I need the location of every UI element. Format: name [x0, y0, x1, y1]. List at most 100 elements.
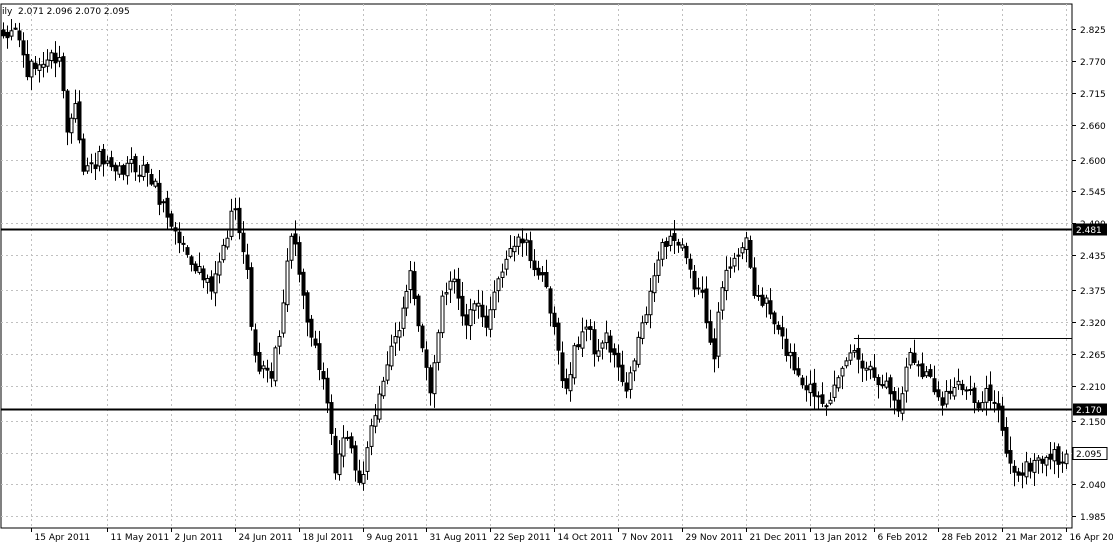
candle-bear — [134, 157, 137, 172]
candle-bear — [1049, 454, 1052, 459]
candle-bull — [501, 272, 504, 277]
candle-bear — [877, 378, 880, 385]
candle-bear — [557, 323, 560, 350]
candle-bull — [378, 394, 381, 419]
candle-bull — [230, 211, 233, 236]
x-tick-label: 13 Jan 2012 — [814, 533, 868, 543]
candle-bull — [737, 255, 740, 256]
candle-bull — [757, 295, 760, 296]
candle-bull — [142, 165, 145, 176]
candle-bear — [697, 288, 700, 289]
candle-bear — [146, 164, 149, 172]
x-tick-label: 14 Oct 2011 — [558, 533, 614, 543]
candle-bull — [845, 361, 848, 366]
candle-bear — [266, 368, 269, 370]
candle-bear — [138, 175, 141, 176]
candle-bull — [493, 292, 496, 309]
candle-bull — [449, 281, 452, 289]
candle-bear — [302, 272, 305, 295]
candle-bear — [813, 383, 816, 396]
candle-bear — [805, 386, 808, 390]
candle-bull — [597, 351, 600, 356]
candle-bear — [66, 91, 69, 132]
candle-bear — [26, 54, 29, 76]
candle-bear — [701, 290, 704, 292]
candle-bull — [58, 58, 61, 62]
candle-bull — [581, 332, 584, 348]
candle-bear — [318, 344, 321, 370]
candle-bear — [785, 339, 788, 355]
y-tick-label: 2.825 — [1080, 26, 1106, 36]
chart-frame: 2.8252.7702.7152.6602.6002.5452.4902.435… — [0, 0, 1113, 555]
candle-bear — [242, 233, 245, 251]
x-tick-label: 29 Nov 2011 — [686, 533, 744, 543]
candle-bear — [861, 361, 864, 368]
candle-bear — [625, 383, 628, 391]
candle-bull — [853, 350, 856, 352]
candle-bull — [645, 315, 648, 323]
candle-bull — [741, 248, 744, 253]
price-chart: 2.8252.7702.7152.6602.6002.5452.4902.435… — [0, 0, 1113, 555]
candle-bull — [445, 293, 448, 294]
candle-bear — [358, 471, 361, 482]
candle-bear — [521, 239, 524, 243]
candle-bull — [106, 161, 109, 163]
candle-bear — [6, 32, 9, 37]
ohlc-header: ily 2.071 2.096 2.070 2.095 — [2, 7, 130, 17]
candle-bear — [1041, 459, 1044, 463]
x-tick-label: 24 Jun 2011 — [239, 533, 293, 543]
x-tick-label: 21 Mar 2012 — [1006, 533, 1063, 543]
candle-bear — [941, 398, 944, 405]
y-tick-label: 2.265 — [1080, 351, 1106, 361]
candle-bull — [585, 327, 588, 329]
candle-bull — [50, 53, 53, 61]
candle-bear — [158, 183, 161, 204]
candle-bear — [234, 209, 237, 210]
candle-bear — [881, 385, 884, 386]
candle-bear — [749, 241, 752, 268]
candle-bear — [577, 345, 580, 347]
candle-bear — [322, 372, 325, 379]
candle-bear — [34, 63, 37, 68]
candle-bull — [162, 202, 165, 203]
candle-bull — [817, 396, 820, 397]
candle-bear — [1009, 451, 1012, 464]
candle-bull — [965, 390, 968, 391]
candle-bull — [513, 246, 516, 251]
candle-bear — [545, 273, 548, 287]
candle-bull — [214, 274, 217, 293]
candle-bear — [937, 390, 940, 397]
candle-bear — [549, 289, 552, 313]
candle-bull — [1025, 462, 1028, 477]
y-tick-label: 2.715 — [1080, 90, 1106, 100]
candle-bear — [973, 388, 976, 402]
candle-bull — [1053, 450, 1056, 461]
y-tick-label: 2.545 — [1080, 188, 1106, 198]
candle-bull — [1037, 458, 1040, 460]
candle-bull — [953, 387, 956, 395]
candle-bull — [70, 118, 73, 132]
candle-bear — [693, 271, 696, 289]
candle-bear — [306, 293, 309, 322]
candle-bear — [753, 268, 756, 296]
candle-bear — [481, 305, 484, 316]
candle-bear — [250, 268, 253, 327]
candle-bear — [993, 402, 996, 403]
candle-bear — [589, 327, 592, 330]
x-tick-label: 22 Sep 2011 — [494, 533, 551, 543]
candle-bull — [865, 368, 868, 370]
candle-bull — [86, 166, 89, 171]
chart-background — [0, 0, 1113, 555]
candle-bear — [298, 243, 301, 275]
candle-bear — [429, 368, 432, 393]
candle-bear — [793, 352, 796, 369]
candle-bear — [561, 353, 564, 381]
candle-bull — [637, 337, 640, 364]
candle-bull — [829, 400, 832, 403]
candle-bear — [613, 349, 616, 355]
candle-bear — [713, 339, 716, 359]
candle-bear — [665, 242, 668, 247]
candle-bull — [402, 308, 405, 328]
candle-bear — [417, 296, 420, 326]
x-tick-label: 28 Feb 2012 — [942, 533, 998, 543]
